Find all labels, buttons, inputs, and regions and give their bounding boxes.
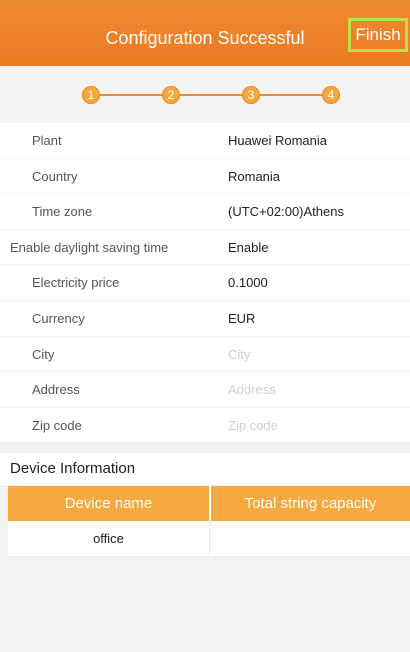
field-label: Plant xyxy=(32,133,62,148)
country-value: Romania xyxy=(228,168,281,184)
column-header: Device name xyxy=(64,495,153,512)
field-label: City xyxy=(32,346,55,362)
step-1: 1 xyxy=(82,86,100,104)
row-country: Country Romania xyxy=(0,159,410,195)
plant-info-list: Plant Huawei Romania Country Romania Tim… xyxy=(0,123,410,444)
device-table-header: Device name Total string capacity xyxy=(8,486,410,521)
section-divider xyxy=(0,443,410,453)
row-time-zone: Time zone (UTC+02:00)Athens xyxy=(0,194,410,230)
daylight-saving-value: Enable xyxy=(228,239,269,255)
field-label: Zip code xyxy=(32,417,82,433)
electricity-price-value: 0.1000 xyxy=(228,275,268,291)
row-address: Address Address xyxy=(0,372,410,408)
finish-button[interactable]: Finish xyxy=(348,18,408,52)
step-connector xyxy=(260,94,322,96)
step-indicator: 1 2 3 4 xyxy=(0,66,410,122)
time-zone-value: (UTC+02:00)Athens xyxy=(228,204,344,220)
row-daylight-saving: Enable daylight saving time Enable xyxy=(0,230,410,266)
step-4: 4 xyxy=(322,86,340,104)
row-plant: Plant Huawei Romania xyxy=(0,123,410,159)
field-label: Country xyxy=(32,168,78,184)
row-city: City City xyxy=(0,337,410,373)
field-label: Enable daylight saving time xyxy=(10,239,169,255)
table-row[interactable]: office xyxy=(8,521,410,557)
header-bar: Configuration Successful Finish xyxy=(0,0,410,66)
address-field[interactable]: Address xyxy=(228,372,276,407)
step-connector xyxy=(100,94,162,96)
device-name-cell: office xyxy=(93,531,124,546)
city-field[interactable]: City xyxy=(228,337,250,372)
plant-value: Huawei Romania xyxy=(228,133,327,148)
step-3: 3 xyxy=(242,86,260,104)
field-label: Time zone xyxy=(32,204,93,220)
step-connector xyxy=(180,94,242,96)
zip-code-field[interactable]: Zip code xyxy=(228,408,278,443)
column-divider xyxy=(209,521,210,557)
row-zip-code: Zip code Zip code xyxy=(0,408,410,444)
row-currency: Currency EUR xyxy=(0,301,410,337)
device-section-title: Device Information xyxy=(0,453,410,485)
row-electricity-price: Electricity price 0.1000 xyxy=(0,265,410,301)
field-label: Currency xyxy=(32,310,85,326)
step-2: 2 xyxy=(162,86,180,104)
column-header: Total string capacity xyxy=(244,495,377,512)
currency-value: EUR xyxy=(228,310,256,326)
field-label: Electricity price xyxy=(32,275,120,291)
field-label: Address xyxy=(32,382,80,398)
